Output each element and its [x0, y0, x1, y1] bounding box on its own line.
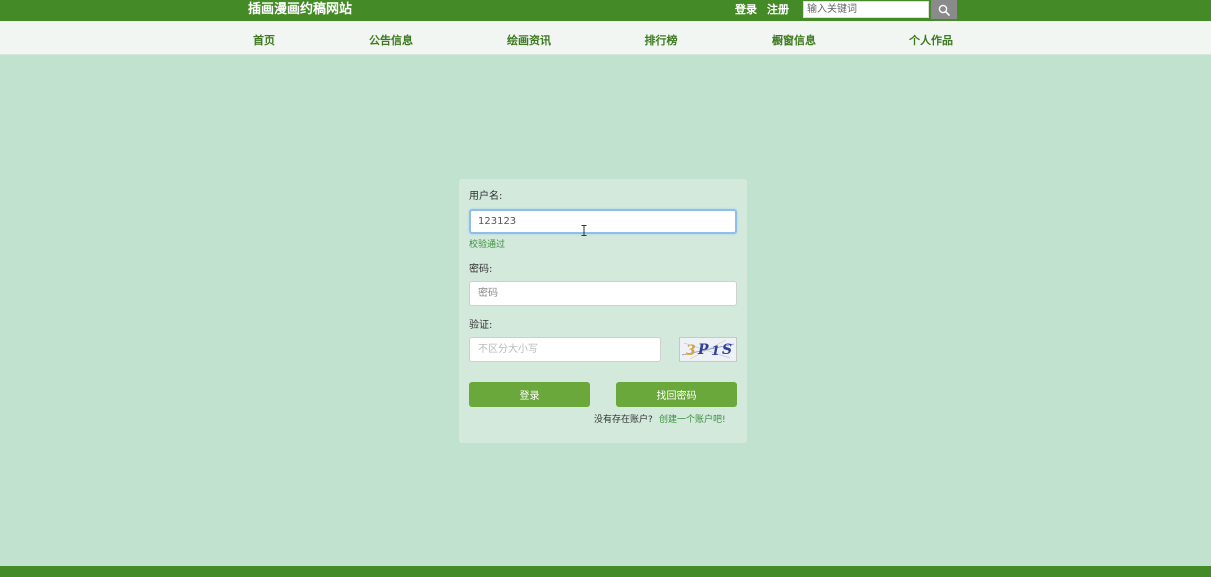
login-link[interactable]: 登录 — [735, 3, 757, 17]
nav-painting-news[interactable]: 绘画资讯 — [507, 34, 551, 48]
login-button[interactable]: 登录 — [469, 382, 590, 407]
username-valid-message: 校验通过 — [469, 240, 506, 250]
footer-bar — [0, 566, 1211, 577]
nav-announcements[interactable]: 公告信息 — [369, 34, 413, 48]
captcha-char-1: 3 — [686, 343, 696, 359]
password-label: 密码: — [469, 264, 493, 275]
captcha-image[interactable]: 3 P 1 S — [679, 337, 737, 362]
captcha-char-2: P — [697, 342, 709, 358]
search-input[interactable] — [803, 1, 929, 18]
recover-password-button[interactable]: 找回密码 — [616, 382, 737, 407]
create-account-link[interactable]: 创建一个账户吧! — [659, 415, 726, 426]
text-cursor-icon — [581, 225, 587, 236]
nav-home[interactable]: 首页 — [253, 34, 275, 48]
search-button[interactable] — [931, 0, 957, 19]
register-link[interactable]: 注册 — [767, 3, 789, 17]
captcha-label: 验证: — [469, 320, 493, 331]
nav-rankings[interactable]: 排行榜 — [645, 34, 678, 48]
captcha-char-3: 1 — [711, 344, 720, 359]
nav-personal-works[interactable]: 个人作品 — [909, 34, 953, 48]
site-title: 插画漫画约稿网站 — [248, 2, 353, 17]
nav-showcase[interactable]: 橱窗信息 — [772, 34, 816, 48]
search-icon — [938, 4, 950, 16]
captcha-input[interactable] — [469, 337, 661, 362]
top-bar: 插画漫画约稿网站 登录 注册 — [0, 0, 1211, 21]
username-input[interactable] — [469, 209, 737, 234]
password-input[interactable] — [469, 281, 737, 306]
main-nav: 首页 公告信息 绘画资讯 排行榜 橱窗信息 个人作品 — [0, 21, 1211, 55]
login-card: 用户名: 校验通过 密码: 验证: 3 P 1 S 登录 找回密码 没有存在账户… — [459, 179, 747, 443]
no-account-text: 没有存在账户? — [594, 415, 653, 425]
captcha-char-4: S — [722, 342, 732, 358]
username-label: 用户名: — [469, 191, 503, 202]
